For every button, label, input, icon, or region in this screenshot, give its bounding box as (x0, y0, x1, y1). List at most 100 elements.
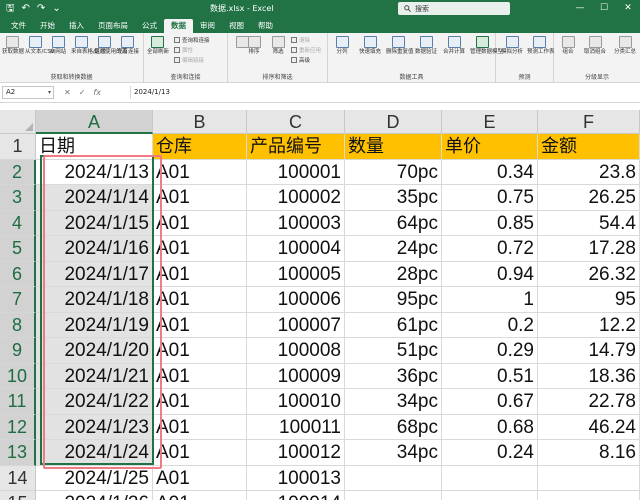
product-id-cell[interactable]: 100007 (247, 312, 345, 338)
subtotal-button[interactable]: 分类汇总 (612, 36, 638, 56)
unit-price-cell[interactable]: 0.72 (442, 236, 538, 262)
row-header[interactable]: 15 (0, 491, 36, 500)
row-header[interactable]: 1 (0, 134, 36, 160)
row-header[interactable]: 12 (0, 414, 36, 440)
amount-cell[interactable]: 26.32 (538, 261, 640, 287)
group-button[interactable]: 组合 (558, 36, 578, 56)
unit-price-cell[interactable]: 0.34 (442, 159, 538, 185)
quantity-cell[interactable]: 34pc (345, 440, 442, 466)
amount-cell[interactable]: 18.36 (538, 363, 640, 389)
amount-cell[interactable]: 22.78 (538, 389, 640, 415)
customize-toolbar-icon[interactable]: ⌄ (52, 0, 60, 17)
product-id-cell[interactable]: 100003 (247, 210, 345, 236)
product-id-cell[interactable]: 100008 (247, 338, 345, 364)
quantity-cell[interactable]: 34pc (345, 389, 442, 415)
save-icon[interactable]: 🖫 (6, 0, 15, 17)
close-button[interactable]: ✕ (616, 0, 640, 17)
row-header[interactable]: 8 (0, 312, 36, 338)
tab-help[interactable]: 帮助 (251, 19, 280, 33)
amount-cell[interactable]: 12.2 (538, 312, 640, 338)
quantity-cell[interactable]: 70pc (345, 159, 442, 185)
flash-fill-button[interactable]: 快速填充 (358, 36, 382, 56)
tab-insert[interactable]: 插入 (62, 19, 91, 33)
row-header[interactable]: 3 (0, 185, 36, 211)
date-cell[interactable]: 2024/1/23 (36, 414, 153, 440)
unit-price-cell[interactable]: 0.85 (442, 210, 538, 236)
quantity-cell[interactable]: 36pc (345, 363, 442, 389)
data-validation-button[interactable]: 数据验证 (414, 36, 438, 56)
date-cell[interactable]: 2024/1/21 (36, 363, 153, 389)
product-id-cell[interactable]: 100004 (247, 236, 345, 262)
header-cell-quantity[interactable]: 数量 (345, 134, 442, 160)
date-cell[interactable]: 2024/1/17 (36, 261, 153, 287)
quantity-cell[interactable]: 95pc (345, 287, 442, 313)
row-header[interactable]: 13 (0, 440, 36, 466)
unit-price-cell[interactable] (442, 491, 538, 500)
product-id-cell[interactable]: 100002 (247, 185, 345, 211)
date-cell[interactable]: 2024/1/19 (36, 312, 153, 338)
warehouse-cell[interactable]: A01 (153, 185, 247, 211)
formula-input[interactable]: 2024/1/13 (130, 86, 638, 99)
date-cell[interactable]: 2024/1/14 (36, 185, 153, 211)
amount-cell[interactable]: 17.28 (538, 236, 640, 262)
product-id-cell[interactable]: 100014 (247, 491, 345, 500)
name-box[interactable]: A2 ▾ (2, 86, 54, 99)
warehouse-cell[interactable]: A01 (153, 414, 247, 440)
quantity-cell[interactable]: 24pc (345, 236, 442, 262)
refresh-all-button[interactable]: 全部刷新 (147, 36, 169, 56)
row-header[interactable]: 7 (0, 287, 36, 313)
advanced-filter-button[interactable]: 高级 (291, 56, 310, 64)
product-id-cell[interactable]: 100010 (247, 389, 345, 415)
properties-button[interactable]: 属性 (174, 46, 193, 54)
tab-page-layout[interactable]: 页面布局 (91, 19, 135, 33)
row-header[interactable]: 6 (0, 261, 36, 287)
tab-data[interactable]: 数据 (164, 19, 193, 33)
column-header-e[interactable]: E (442, 110, 538, 134)
manage-data-model-button[interactable]: 管理数据模型 (470, 36, 503, 56)
edit-links-button[interactable]: 编辑链接 (174, 56, 204, 64)
quantity-cell[interactable]: 51pc (345, 338, 442, 364)
text-to-columns-button[interactable]: 分列 (332, 36, 352, 56)
amount-cell[interactable]: 54.4 (538, 210, 640, 236)
tab-file[interactable]: 文件 (4, 19, 33, 33)
recent-sources-button[interactable]: 最近使用的源 (94, 36, 127, 56)
quantity-cell[interactable]: 61pc (345, 312, 442, 338)
amount-cell[interactable] (538, 491, 640, 500)
unit-price-cell[interactable]: 0.94 (442, 261, 538, 287)
amount-cell[interactable]: 46.24 (538, 414, 640, 440)
header-cell-unit-price[interactable]: 单价 (442, 134, 538, 160)
row-header[interactable]: 4 (0, 210, 36, 236)
row-header[interactable]: 14 (0, 465, 36, 491)
warehouse-cell[interactable]: A01 (153, 210, 247, 236)
amount-cell[interactable]: 8.16 (538, 440, 640, 466)
from-text-csv-button[interactable]: 从文本/CSV (25, 36, 54, 56)
unit-price-cell[interactable]: 0.68 (442, 414, 538, 440)
warehouse-cell[interactable]: A01 (153, 389, 247, 415)
sort-button[interactable]: 排序 (244, 36, 264, 56)
unit-price-cell[interactable]: 0.75 (442, 185, 538, 211)
what-if-analysis-button[interactable]: 模拟分析 (500, 36, 524, 56)
row-header[interactable]: 10 (0, 363, 36, 389)
minimize-button[interactable]: — (568, 0, 592, 17)
ungroup-button[interactable]: 取消组合 (582, 36, 608, 56)
amount-cell[interactable]: 26.25 (538, 185, 640, 211)
row-header[interactable]: 5 (0, 236, 36, 262)
unit-price-cell[interactable] (442, 465, 538, 491)
date-cell[interactable]: 2024/1/15 (36, 210, 153, 236)
header-cell-date[interactable]: 日期 (36, 134, 153, 160)
row-header[interactable]: 9 (0, 338, 36, 364)
header-cell-product-id[interactable]: 产品编号 (247, 134, 345, 160)
product-id-cell[interactable]: 100005 (247, 261, 345, 287)
product-id-cell[interactable]: 100011 (247, 414, 345, 440)
product-id-cell[interactable]: 100013 (247, 465, 345, 491)
amount-cell[interactable]: 23.8 (538, 159, 640, 185)
consolidate-button[interactable]: 合并计算 (442, 36, 466, 56)
tab-home[interactable]: 开始 (33, 19, 62, 33)
remove-duplicates-button[interactable]: 删除重复值 (386, 36, 414, 56)
date-cell[interactable]: 2024/1/18 (36, 287, 153, 313)
filter-button[interactable]: 筛选 (268, 36, 288, 56)
from-table-button[interactable]: 来自表格/区域 (71, 36, 106, 56)
enter-icon[interactable]: ✓ (79, 86, 86, 99)
column-header-c[interactable]: C (247, 110, 345, 134)
unit-price-cell[interactable]: 0.29 (442, 338, 538, 364)
